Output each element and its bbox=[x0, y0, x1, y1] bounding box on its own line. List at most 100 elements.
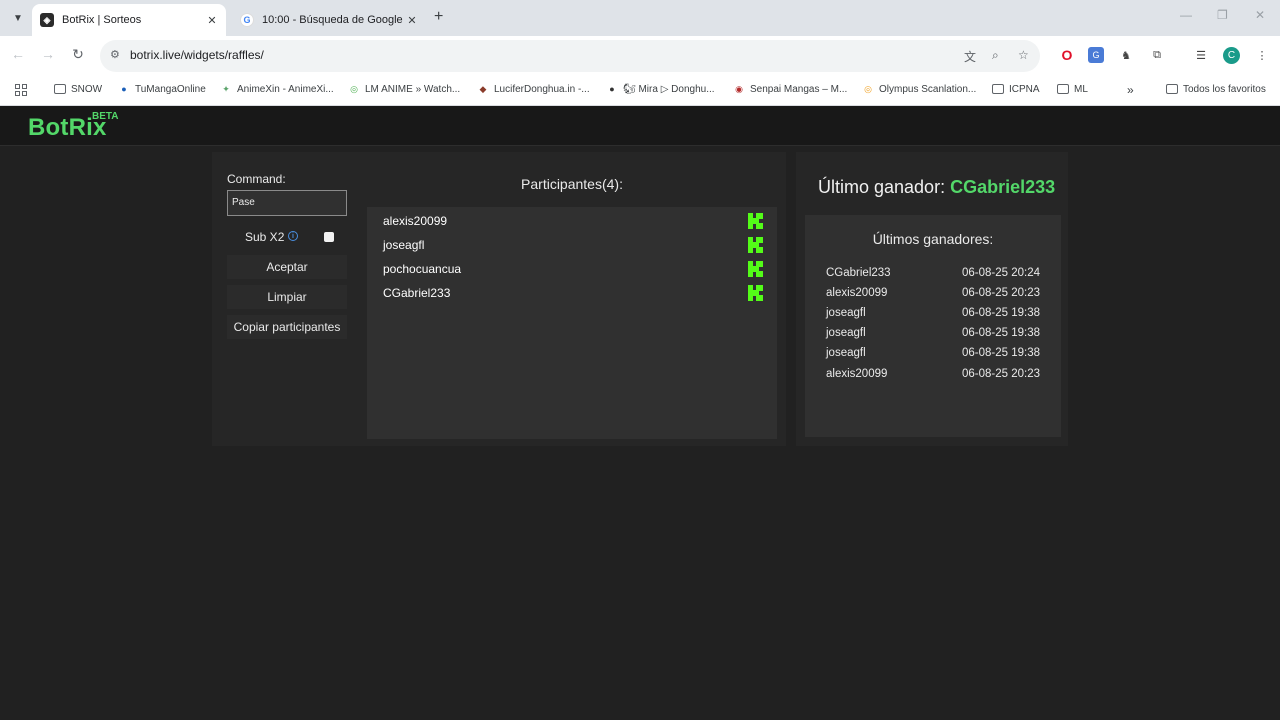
lmanime-icon: ◎ bbox=[350, 83, 358, 94]
more-bookmarks-button[interactable]: » bbox=[1127, 83, 1134, 97]
sub-x2-label: Sub X2 bbox=[245, 230, 285, 244]
last-winner-name: CGabriel233 bbox=[950, 177, 1056, 197]
bookmark-olympus[interactable]: ◎ Olympus Scanlation... bbox=[862, 83, 976, 95]
folder-icon bbox=[1057, 83, 1069, 95]
bookmark-lmanime[interactable]: ◎ LM ANIME » Watch... bbox=[348, 83, 460, 95]
winner-name: alexis20099 bbox=[826, 368, 888, 380]
opera-extension-icon[interactable]: O bbox=[1059, 47, 1075, 63]
browser-menu-icon[interactable]: ⋮ bbox=[1254, 47, 1270, 63]
bookmark-mira-donghua[interactable]: ● 🐿 Mira ▷ Donghu... bbox=[606, 83, 714, 95]
restore-icon[interactable]: ❐ bbox=[1217, 8, 1228, 22]
participant-row: alexis20099 bbox=[383, 210, 763, 232]
info-icon[interactable]: i bbox=[288, 231, 298, 241]
bookmarks-bar: SNOW ● TuMangaOnline ✦ AnimeXin - AnimeXi.… bbox=[0, 76, 1280, 106]
participant-name: alexis20099 bbox=[383, 214, 448, 228]
recent-winners-box: Últimos ganadores: CGabriel233 06-08-25 … bbox=[805, 215, 1061, 437]
participant-row: pochocuancua bbox=[383, 258, 763, 280]
chess-extension-icon[interactable]: ♞ bbox=[1118, 47, 1134, 63]
copy-participants-button[interactable]: Copiar participantes bbox=[227, 315, 347, 339]
animexin-icon: ✦ bbox=[222, 83, 230, 94]
url-text[interactable]: botrix.live/widgets/raffles/ bbox=[130, 48, 264, 62]
participants-title: Participantes(4): bbox=[521, 176, 623, 192]
folder-icon bbox=[1166, 83, 1178, 95]
close-tab-icon[interactable]: ✕ bbox=[404, 14, 420, 27]
tumanga-icon: ● bbox=[121, 84, 127, 94]
browser-toolbar: ← → ↻ ⚙ botrix.live/widgets/raffles/ 文 ⌕… bbox=[0, 36, 1280, 76]
tab-title: 10:00 - Búsqueda de Google bbox=[262, 14, 403, 26]
all-favorites-folder[interactable]: Todos los favoritos bbox=[1166, 83, 1266, 95]
tab-search-icon[interactable]: ▼ bbox=[8, 8, 28, 28]
winner-row: alexis20099 06-08-25 20:23 bbox=[826, 368, 1040, 386]
winner-row: CGabriel233 06-08-25 20:24 bbox=[826, 267, 1040, 285]
command-input[interactable]: Pase bbox=[227, 190, 347, 216]
participant-name: CGabriel233 bbox=[383, 286, 451, 300]
command-label: Command: bbox=[227, 172, 286, 186]
winner-date: 06-08-25 19:38 bbox=[961, 307, 1040, 319]
tab-google[interactable]: G 10:00 - Búsqueda de Google ✕ bbox=[232, 4, 426, 36]
winner-row: alexis20099 06-08-25 20:23 bbox=[826, 287, 1040, 305]
winner-name: CGabriel233 bbox=[826, 267, 891, 279]
winner-name: alexis20099 bbox=[826, 287, 888, 299]
participant-row: CGabriel233 bbox=[383, 282, 763, 304]
kick-icon bbox=[748, 285, 763, 301]
winner-name: joseagfl bbox=[826, 307, 866, 319]
winner-date: 06-08-25 20:24 bbox=[961, 267, 1040, 279]
forward-icon[interactable]: → bbox=[38, 46, 58, 62]
lucifer-icon: ◆ bbox=[479, 83, 487, 94]
last-winner-label: Último ganador: bbox=[818, 177, 946, 197]
olympus-icon: ◎ bbox=[864, 83, 872, 94]
participant-name: pochocuancua bbox=[383, 262, 462, 276]
folder-icon bbox=[54, 83, 66, 95]
participants-list: alexis20099 joseagfl pochocuancua CGabri… bbox=[367, 207, 777, 439]
google-favicon-icon: G bbox=[240, 13, 254, 27]
winner-date: 06-08-25 20:23 bbox=[961, 287, 1040, 299]
new-tab-button[interactable]: + bbox=[434, 8, 443, 26]
botrix-header: BotRix BETA bbox=[0, 106, 1280, 146]
winner-name: joseagfl bbox=[826, 347, 866, 359]
beta-badge: BETA bbox=[92, 111, 119, 122]
bookmark-snow[interactable]: SNOW bbox=[54, 83, 102, 95]
reading-list-icon[interactable]: ☰ bbox=[1193, 47, 1209, 63]
winner-row: joseagfl 06-08-25 19:38 bbox=[826, 347, 1040, 365]
mira-icon: ● bbox=[609, 84, 615, 94]
winner-date: 06-08-25 20:23 bbox=[961, 368, 1040, 380]
recent-winners-title: Últimos ganadores: bbox=[872, 231, 994, 247]
kick-icon bbox=[748, 213, 763, 229]
bookmark-luciferdonghua[interactable]: ◆ LuciferDonghua.in -... bbox=[477, 83, 590, 95]
reload-icon[interactable]: ↻ bbox=[68, 46, 88, 63]
senpai-icon: ◉ bbox=[735, 83, 743, 94]
zoom-icon[interactable]: ⌕ bbox=[992, 48, 999, 63]
winner-row: joseagfl 06-08-25 19:38 bbox=[826, 307, 1040, 325]
back-icon[interactable]: ← bbox=[8, 46, 28, 62]
accept-button[interactable]: Aceptar bbox=[227, 255, 347, 279]
extensions-puzzle-icon[interactable]: ⧉ bbox=[1149, 47, 1165, 63]
participant-row: joseagfl bbox=[383, 234, 763, 256]
clear-button[interactable]: Limpiar bbox=[227, 285, 347, 309]
translate-icon[interactable]: 文 bbox=[964, 48, 976, 65]
translator-extension-icon[interactable]: G bbox=[1088, 47, 1104, 63]
bookmark-senpai-mangas[interactable]: ◉ Senpai Mangas – M... bbox=[733, 83, 847, 95]
bookmark-ml[interactable]: ML bbox=[1057, 83, 1088, 95]
tab-strip: ▼ ◈ BotRix | Sorteos ✕ G 10:00 - Búsqued… bbox=[0, 0, 1280, 36]
bookmark-animexin[interactable]: ✦ AnimeXin - AnimeXi... bbox=[220, 83, 334, 95]
close-window-icon[interactable]: ✕ bbox=[1255, 8, 1265, 22]
bookmark-icpna[interactable]: ICPNA bbox=[992, 83, 1040, 95]
close-tab-icon[interactable]: ✕ bbox=[204, 14, 220, 27]
apps-grid-icon[interactable] bbox=[15, 84, 27, 96]
folder-icon bbox=[992, 83, 1004, 95]
address-bar[interactable]: ⚙ botrix.live/widgets/raffles/ 文 ⌕ ☆ bbox=[100, 40, 1040, 72]
minimize-icon[interactable]: — bbox=[1180, 8, 1192, 22]
bookmark-star-icon[interactable]: ☆ bbox=[1018, 48, 1029, 62]
profile-avatar[interactable]: C bbox=[1223, 47, 1240, 64]
site-info-icon[interactable]: ⚙ bbox=[110, 48, 120, 61]
winner-date: 06-08-25 19:38 bbox=[961, 347, 1040, 359]
botrix-favicon-icon: ◈ bbox=[40, 13, 54, 27]
tab-title: BotRix | Sorteos bbox=[62, 14, 142, 26]
sub-x2-checkbox[interactable] bbox=[324, 232, 334, 242]
participant-name: joseagfl bbox=[383, 238, 425, 252]
winner-row: joseagfl 06-08-25 19:38 bbox=[826, 327, 1040, 345]
tab-botrix[interactable]: ◈ BotRix | Sorteos ✕ bbox=[32, 4, 226, 36]
winner-name: joseagfl bbox=[826, 327, 866, 339]
bookmark-tumangaonline[interactable]: ● TuMangaOnline bbox=[118, 83, 206, 95]
last-winner-heading: Último ganador: CGabriel233 bbox=[818, 177, 1055, 198]
